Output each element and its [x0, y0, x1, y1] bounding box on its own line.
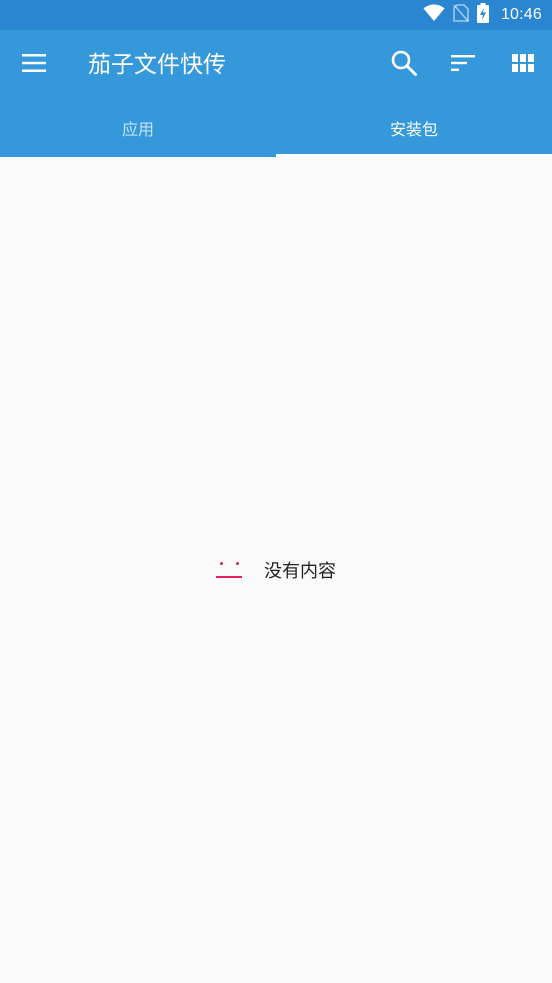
status-time: 10:46 — [500, 6, 542, 23]
wifi-icon — [423, 4, 445, 26]
app-bar: 茄子文件快传 应用 安装包 — [0, 30, 552, 157]
toolbar: 茄子文件快传 — [0, 30, 552, 100]
sort-icon — [451, 55, 475, 75]
empty-face-mouth — [216, 576, 242, 578]
menu-icon — [22, 54, 46, 76]
menu-button[interactable] — [14, 47, 54, 83]
sort-button[interactable] — [442, 44, 484, 86]
empty-face-eye — [220, 562, 223, 565]
grid-view-button[interactable] — [502, 44, 544, 86]
tab-label: 安装包 — [389, 119, 438, 139]
status-bar: 10:46 — [0, 0, 552, 30]
tab-packages[interactable]: 安装包 — [276, 100, 552, 157]
tab-label: 应用 — [121, 119, 154, 139]
search-icon — [390, 49, 418, 81]
app-title: 茄子文件快传 — [88, 52, 226, 78]
no-sim-icon — [453, 4, 469, 26]
tab-bar: 应用 安装包 — [0, 100, 552, 157]
status-icons: 10:46 — [423, 0, 542, 30]
empty-state: 没有内容 — [0, 552, 552, 588]
battery-charging-icon — [476, 3, 489, 27]
empty-message: 没有内容 — [264, 561, 336, 582]
grid-view-icon — [512, 54, 534, 76]
search-button[interactable] — [383, 44, 425, 86]
content-area: 没有内容 — [0, 157, 552, 983]
empty-face-icon — [216, 558, 244, 582]
empty-face-eye — [236, 562, 239, 565]
tab-apps[interactable]: 应用 — [0, 100, 276, 157]
